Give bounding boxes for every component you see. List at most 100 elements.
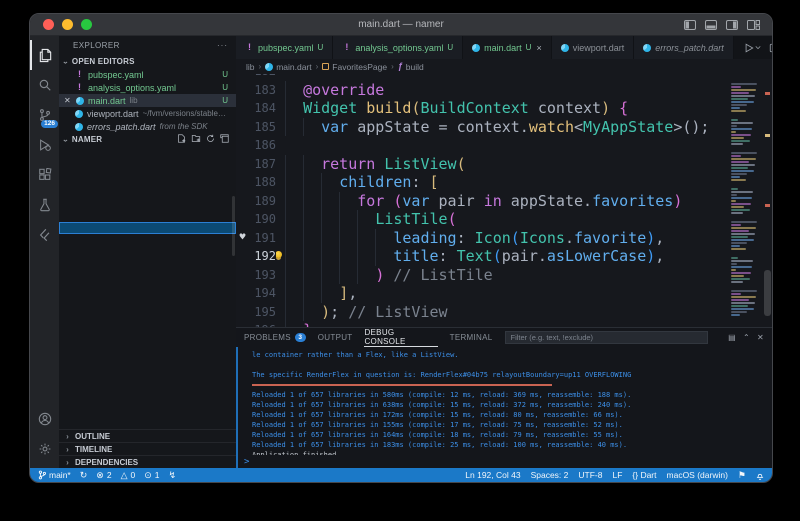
status-warnings[interactable]: △0 [121,470,136,480]
section-outline[interactable]: ›OUTLINE [59,429,236,442]
explorer-icon[interactable] [30,40,59,70]
open-editor-errors_patch.dart[interactable]: errors_patch.dartfrom the SDK [59,120,236,133]
tab-errors_patch.dart[interactable]: errors_patch.dart [634,36,734,59]
tab-main.dart[interactable]: main.dartU× [463,36,552,59]
status-encoding[interactable]: UTF-8 [578,470,602,480]
close-icon[interactable]: ✕ [64,96,72,105]
code-editor[interactable]: 182183 @override184 Widget build(BuildCo… [236,74,772,327]
editor-scrollbar[interactable] [764,270,771,316]
console-prompt[interactable]: > [244,457,249,467]
collapse-all-icon[interactable] [220,134,229,145]
breadcrumb-item-FavoritesPage[interactable]: FavoritesPage [322,62,387,72]
folder-android[interactable] [59,171,236,184]
debug-console-output[interactable]: le container rather than a Flex, like a … [236,347,772,455]
close-panel-icon[interactable]: ✕ [757,333,764,342]
file-README.md[interactable] [59,373,236,386]
code-line-194[interactable]: 194 ], [236,284,728,303]
account-icon[interactable] [30,404,59,434]
panel-tab-output[interactable]: OUTPUT [318,328,353,347]
open-editor-main.dart[interactable]: ✕main.dartlibU [59,94,236,107]
open-editor-analysis_options.yaml[interactable]: !analysis_options.yamlU [59,81,236,94]
code-line-191[interactable]: ♥191 leading: Icon(Icons.favorite), [236,229,728,248]
file-analysis_options.yaml[interactable] [59,322,236,335]
run-debug-icon[interactable] [30,130,59,160]
project-header[interactable]: ⌄ NAMER [59,133,236,146]
code-line-187[interactable]: 187 return ListView( [236,155,728,174]
code-line-184[interactable]: 184 Widget build(BuildContext context) { [236,99,728,118]
panel-tab-terminal[interactable]: TERMINAL [450,328,493,347]
settings-gear-icon[interactable] [30,434,59,464]
filter-results-icon[interactable]: ▤ [728,333,736,342]
folder-macos[interactable] [59,247,236,260]
status-notifications[interactable] [756,471,764,480]
status-feedback[interactable]: ⚑ [738,471,746,480]
explorer-more-icon[interactable]: ··· [217,41,228,50]
maximize-window-button[interactable] [81,19,92,30]
customize-layout-icon[interactable] [747,20,760,30]
status-launch[interactable]: ↯ [169,471,177,480]
refresh-icon[interactable] [206,134,215,145]
code-line-188[interactable]: 188 children: [ [236,173,728,192]
code-line-190[interactable]: 190 ListTile( [236,210,728,229]
folder-ios[interactable] [59,196,236,209]
file-pubspec.yaml[interactable] [59,360,236,373]
status-git-branch[interactable]: main* [38,470,71,480]
tab-pubspec.yaml[interactable]: !pubspec.yamlU [236,36,333,59]
status-eol[interactable]: LF [612,470,622,480]
folder-test[interactable] [59,259,236,272]
status-cursor-position[interactable]: Ln 192, Col 43 [465,470,520,480]
status-sync[interactable]: ↻ [80,471,88,480]
folder-linux[interactable] [59,234,236,247]
file-main.dart[interactable] [59,222,236,235]
minimize-window-button[interactable] [62,19,73,30]
section-dependencies[interactable]: ›DEPENDENCIES [59,455,236,468]
panel-tab-problems[interactable]: PROBLEMS3 [244,328,306,347]
file-.metadata[interactable] [59,310,236,323]
open-changes-icon[interactable] [769,43,773,53]
breadcrumb-item-main.dart[interactable]: main.dart [265,62,311,72]
open-editor-viewport.dart[interactable]: viewport.dart~/fvm/versions/stable/packa… [59,107,236,120]
file-namer.iml[interactable] [59,335,236,348]
status-errors[interactable]: ⊗2 [96,470,111,480]
new-folder-icon[interactable] [191,134,201,145]
run-file-icon[interactable] [744,43,761,53]
file-.gitignore[interactable] [59,297,236,310]
toggle-panel-icon[interactable] [705,20,717,30]
code-line-193[interactable]: 193 ) // ListTile [236,266,728,285]
new-file-icon[interactable] [177,134,186,145]
code-line-185[interactable]: 185 var appState = context.watch<MyAppSt… [236,118,728,137]
folder-web[interactable] [59,272,236,285]
minimap[interactable] [728,74,762,327]
search-icon[interactable] [30,70,59,100]
flutter-icon[interactable] [30,220,59,250]
status-language-mode[interactable]: {} Dart [632,470,656,480]
close-icon[interactable]: × [536,43,541,53]
folder-.dart_tool[interactable] [59,146,236,159]
close-window-button[interactable] [43,19,54,30]
status-info[interactable]: ⊙1 [144,470,159,480]
breadcrumb-item-lib[interactable]: lib [246,62,255,72]
status-indentation[interactable]: Spaces: 2 [531,470,569,480]
status-platform[interactable]: macOS (darwin) [667,470,728,480]
maximize-panel-icon[interactable]: ⌃ [743,333,750,342]
folder-windows[interactable] [59,285,236,298]
breadcrumb-item-build[interactable]: ƒbuild [398,62,424,72]
panel-tab-debug-console[interactable]: DEBUG CONSOLE [364,328,437,347]
extensions-icon[interactable] [30,160,59,190]
tab-viewport.dart[interactable]: viewport.dart [552,36,635,59]
code-line-186[interactable]: 186 [236,136,728,155]
code-line-195[interactable]: 195 ); // ListView [236,303,728,322]
code-line-192[interactable]: 192 title: Text(pair.asLowerCase), [236,247,728,266]
sidebar-scrollbar[interactable] [232,196,235,256]
toggle-secondary-sidebar-icon[interactable] [726,20,738,30]
code-line-189[interactable]: 189 for (var pair in appState.favorites) [236,192,728,211]
testing-icon[interactable] [30,190,59,220]
tab-analysis_options.yaml[interactable]: !analysis_options.yamlU [333,36,463,59]
folder-build[interactable] [59,184,236,197]
source-control-icon[interactable]: 126 [30,100,59,130]
lightbulb-icon[interactable] [276,251,282,258]
toggle-sidebar-icon[interactable] [684,20,696,30]
file-pubspec.lock[interactable] [59,348,236,361]
open-editor-pubspec.yaml[interactable]: !pubspec.yamlU [59,68,236,81]
folder-.idea[interactable] [59,159,236,172]
